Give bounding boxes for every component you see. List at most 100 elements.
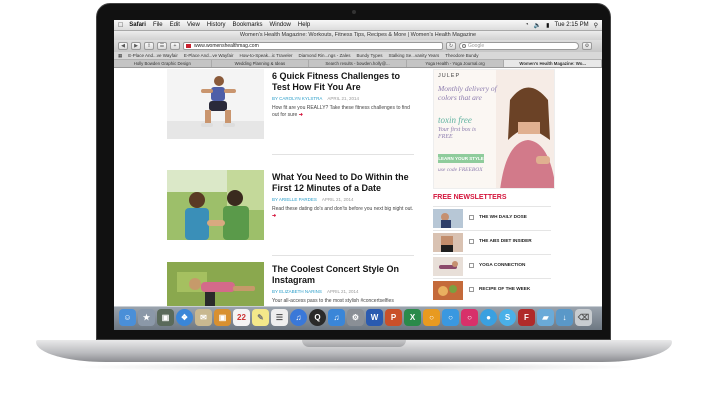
laptop-shadow [70,362,638,372]
newsletter-thumbnail-image [433,209,463,228]
menu-window[interactable]: Window [270,22,291,28]
bookmark-item[interactable]: How-to-Speak...ic Traveler [239,53,292,58]
folder-icon[interactable]: ▰ [537,309,554,326]
word-icon[interactable]: W [366,309,383,326]
article-teaser-text: Read these dating do's and don'ts before… [272,206,414,212]
clock[interactable]: Tue 2:15 PM [554,22,588,28]
newsletter-item[interactable]: THE ABS DIET INSIDER [433,230,551,253]
reading-list-icon[interactable]: ☰ [157,42,167,50]
settings-gear-icon[interactable]: ⚙ [582,42,592,50]
trash-icon[interactable]: ⌫ [575,309,592,326]
newsletter-item[interactable]: RECIPE OF THE WEEK [433,278,551,301]
tab-yoga-journal[interactable]: Yoga Health - Yoga Journal.org [407,60,505,67]
article-title[interactable]: The Coolest Concert Style On Instagram [272,264,415,285]
article-teaser: How fit are you REALLY? Take these fitne… [272,105,418,119]
downloads-icon[interactable]: ↓ [556,309,573,326]
search-icon [462,44,466,48]
window-title: Women's Health Magazine: Workouts, Fitne… [114,31,602,40]
notes-icon[interactable]: ✎ [252,309,269,326]
newsletter-checkbox[interactable] [469,239,474,244]
read-more-arrow-icon[interactable]: ➜ [272,213,276,219]
back-button[interactable]: ◀ [118,42,128,50]
menu-app-name[interactable]: Safari [129,22,146,28]
laptop-frame:  Safari File Edit View History Bookmark… [0,0,707,400]
bookmark-item[interactable]: E-Place And...ve Wayfair [128,53,178,58]
illustrator-icon[interactable]: ○ [423,309,440,326]
screen:  Safari File Edit View History Bookmark… [114,20,602,330]
reload-button[interactable]: ↻ [446,42,456,50]
article-title[interactable]: What You Need to Do Within the First 12 … [272,172,418,193]
volume-icon[interactable]: 🔈 [534,22,541,29]
article-author[interactable]: BY ARIELLE PARDES [272,197,317,202]
tab-wedding-planning[interactable]: Wedding Planning & Ideas [212,60,310,67]
article-author[interactable]: BY CAROLYN KYLSTRA [272,96,322,101]
sidebar-ad[interactable]: JULEP Monthly delivery of colors that ar… [433,69,555,189]
newsletter-checkbox[interactable] [469,287,474,292]
skype-icon[interactable]: S [499,309,516,326]
reminders-icon[interactable]: ☰ [271,309,288,326]
photoshop-icon[interactable]: ○ [442,309,459,326]
add-bookmark-button[interactable]: + [170,42,180,50]
article-card[interactable]: 6 Quick Fitness Challenges to Test How F… [167,69,415,139]
forward-button[interactable]: ▶ [131,42,141,50]
search-placeholder: Google [468,43,485,49]
newsletter-item[interactable]: YOGA CONNECTION [433,254,551,277]
newsletter-checkbox[interactable] [469,215,474,220]
article-teaser-text: How fit are you REALLY? Take these fitne… [272,105,410,118]
filezilla-icon[interactable]: F [518,309,535,326]
read-more-arrow-icon[interactable]: ➜ [299,112,303,118]
messages-icon[interactable]: ● [480,309,497,326]
menu-file[interactable]: File [153,22,163,28]
itunes-icon[interactable]: ♫ [290,309,307,326]
menu-edit[interactable]: Edit [170,22,180,28]
divider [272,154,414,155]
battery-icon[interactable]: ▮ [546,22,549,29]
menu-history[interactable]: History [207,22,226,28]
address-bar[interactable]: www.womenshealthmag.com [183,42,443,50]
article-teaser: Read these dating do's and don'ts before… [272,206,418,220]
bookmark-item[interactable]: Stalking Se...vanity Years [388,53,439,58]
bookmark-item[interactable]: Diamond Rin...ngs - Zales [299,53,351,58]
bookmark-item[interactable]: Theodore Bundy [445,53,478,58]
excel-icon[interactable]: X [404,309,421,326]
share-icon[interactable]: ⇧ [144,42,154,50]
ad-headline: Monthly delivery of colors that are [438,84,497,102]
menu-bookmarks[interactable]: Bookmarks [233,22,263,28]
preview-icon[interactable]: ▣ [214,309,231,326]
menu-help[interactable]: Help [298,22,310,28]
search-field[interactable]: Google [459,42,579,50]
tab-search-results[interactable]: Search results - bowden.holly@... [309,60,407,67]
photo-icon[interactable]: ▣ [157,309,174,326]
finder-icon[interactable]: ☺ [119,309,136,326]
article-thumbnail-image[interactable] [167,262,264,306]
spotlight-icon[interactable]: ⚲ [594,22,598,29]
newsletter-label: THE WH DAILY DOSE [479,214,527,219]
quicktime-icon[interactable]: Q [309,309,326,326]
newsletter-item[interactable]: THE WH DAILY DOSE [433,206,551,229]
apple-icon[interactable]:  [118,22,123,29]
bookmark-item[interactable]: Bundy Types [357,53,383,58]
article-author[interactable]: BY ELIZABETH NARINS [272,289,322,294]
itunes-store-icon[interactable]: ♫ [328,309,345,326]
article-card[interactable]: The Coolest Concert Style On Instagram B… [167,262,415,306]
calendar-icon[interactable]: 22 [233,309,250,326]
article-thumbnail-image[interactable] [167,170,264,240]
mail-icon[interactable]: ✉ [195,309,212,326]
system-prefs-icon[interactable]: ⚙ [347,309,364,326]
bookmark-item[interactable]: E-Place And...ve Wayfair [184,53,234,58]
article-card[interactable]: What You Need to Do Within the First 12 … [167,170,415,240]
bookmarks-grid-icon[interactable]: ▦ [118,53,122,59]
launchpad-icon[interactable]: ★ [138,309,155,326]
safari-icon[interactable]: ❖ [176,309,193,326]
article-title[interactable]: 6 Quick Fitness Challenges to Test How F… [272,71,418,92]
menu-view[interactable]: View [187,22,200,28]
powerpoint-icon[interactable]: P [385,309,402,326]
article-thumbnail-image[interactable] [167,69,264,139]
learn-your-style-button[interactable]: LEARN YOUR STYLE [438,154,484,163]
tab-holly-bowden[interactable]: Holly Bowden Graphic Design [114,60,212,67]
newsletter-checkbox[interactable] [469,263,474,268]
indesign-icon[interactable]: ○ [461,309,478,326]
wifi-icon[interactable]: ◔ [525,22,529,28]
article-text: 6 Quick Fitness Challenges to Test How F… [272,71,418,119]
tab-womens-health[interactable]: Women's Health Magazine: Wo... [504,60,602,67]
